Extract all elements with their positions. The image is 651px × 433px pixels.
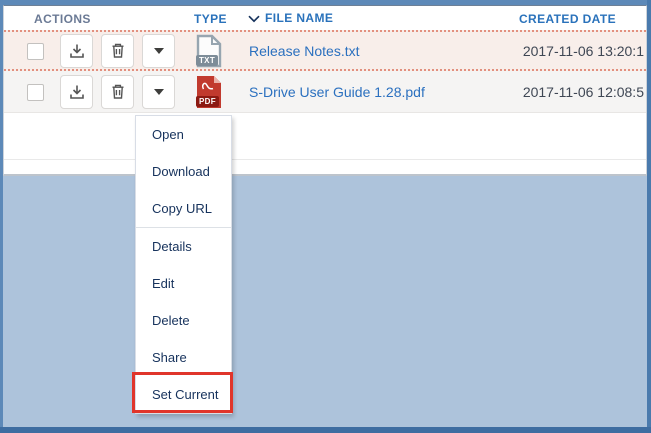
- column-header-created-date[interactable]: CREATED DATE: [519, 6, 616, 30]
- file-link[interactable]: S-Drive User Guide 1.28.pdf: [249, 84, 425, 100]
- screen: ACTIONS TYPE FILE NAME CREATED DATE: [0, 0, 651, 433]
- column-header-type[interactable]: TYPE: [194, 6, 227, 30]
- frame-bottom: [0, 427, 651, 433]
- column-header-file-name-label: FILE NAME: [265, 5, 333, 31]
- column-header-file-name[interactable]: FILE NAME: [248, 6, 333, 30]
- table-row-user-guide: PDF S-Drive User Guide 1.28.pdf 2017-11-…: [4, 71, 646, 113]
- created-date-value: 2017-11-06 13:20:1: [523, 43, 644, 59]
- frame-left: [0, 0, 3, 433]
- download-icon: [68, 42, 86, 60]
- menu-item-delete[interactable]: Delete: [136, 302, 231, 339]
- file-type-badge: TXT: [196, 55, 218, 66]
- column-header-actions: ACTIONS: [34, 6, 91, 30]
- row-menu-button[interactable]: [142, 34, 175, 68]
- row-checkbox[interactable]: [27, 43, 44, 60]
- table-row-release-notes: TXT Release Notes.txt 2017-11-06 13:20:1: [4, 30, 646, 71]
- delete-button[interactable]: [101, 75, 134, 109]
- frame-top: [0, 0, 651, 5]
- chevron-down-icon: [248, 15, 260, 23]
- row-menu-button[interactable]: [142, 75, 175, 109]
- trash-icon: [110, 83, 126, 100]
- table-header: ACTIONS TYPE FILE NAME CREATED DATE: [4, 6, 646, 30]
- menu-item-share[interactable]: Share: [136, 339, 231, 376]
- pdf-file-icon: PDF: [196, 75, 222, 109]
- download-icon: [68, 83, 86, 101]
- trash-icon: [110, 42, 126, 59]
- download-button[interactable]: [60, 75, 93, 109]
- caret-down-icon: [154, 89, 164, 95]
- download-button[interactable]: [60, 34, 93, 68]
- menu-item-download[interactable]: Download: [136, 153, 231, 190]
- panel-divider: [4, 159, 646, 160]
- delete-button[interactable]: [101, 34, 134, 68]
- txt-file-icon: TXT: [196, 34, 222, 68]
- file-table-panel: ACTIONS TYPE FILE NAME CREATED DATE: [3, 5, 647, 176]
- menu-item-details[interactable]: Details: [136, 228, 231, 265]
- caret-down-icon: [154, 48, 164, 54]
- file-type-badge: PDF: [196, 96, 219, 107]
- row-actions-context-menu: Open Download Copy URL Details Edit Dele…: [135, 115, 232, 414]
- menu-item-open[interactable]: Open: [136, 116, 231, 153]
- menu-item-set-current[interactable]: Set Current: [136, 376, 231, 413]
- menu-item-edit[interactable]: Edit: [136, 265, 231, 302]
- frame-right: [647, 0, 651, 433]
- row-checkbox[interactable]: [27, 84, 44, 101]
- created-date-value: 2017-11-06 12:08:5: [523, 84, 644, 100]
- file-link[interactable]: Release Notes.txt: [249, 43, 360, 59]
- menu-item-copy-url[interactable]: Copy URL: [136, 190, 231, 227]
